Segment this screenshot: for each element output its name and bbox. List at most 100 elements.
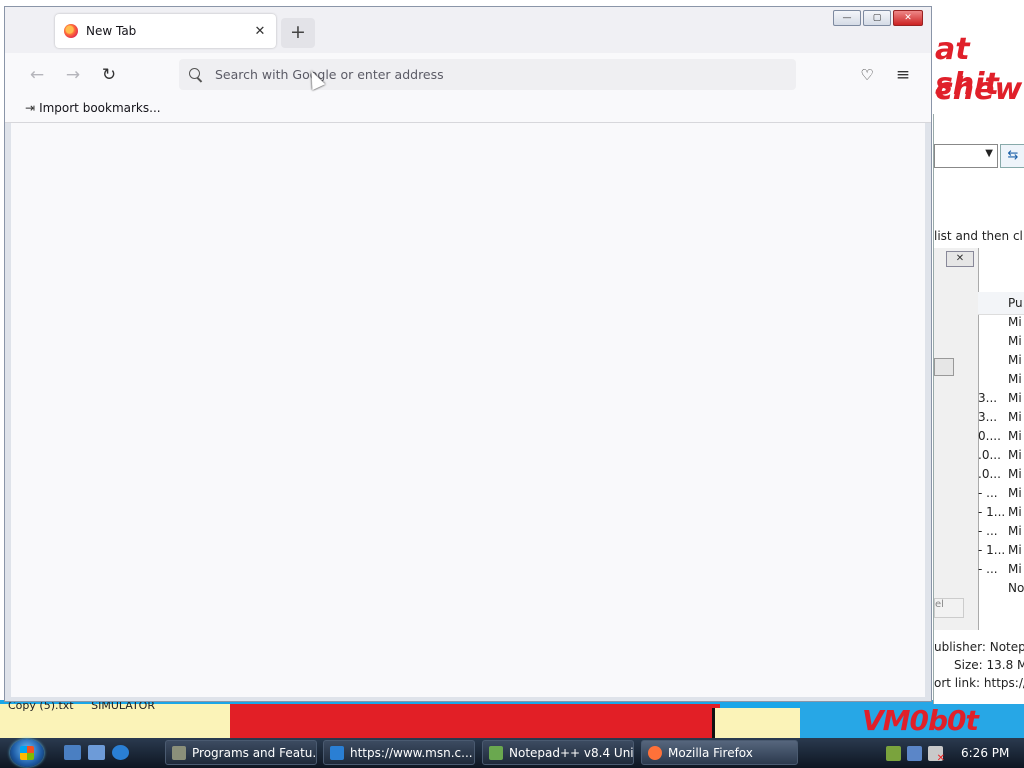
menu-icon[interactable]: ≡ [889,61,917,89]
detail-value: Notepad [989,640,1024,654]
programs-list: Pu Mi Mi Mi Mi 3... Mi 3... Mi 0.... Mi .0... Mi .0.… [978,292,1024,600]
bookmarks-toolbar: ⇥ Import bookmarks... [5,97,931,123]
list-cell-publisher: Mi [1008,353,1022,367]
taskbar-button-notepad[interactable]: Notepad++ v8.4 Uni... [482,740,634,765]
title-bar[interactable]: New Tab ✕ + — ▢ ✕ [5,7,931,53]
installer-icon [489,745,503,760]
detail-label: ort link: [934,676,981,690]
list-item[interactable]: .0... Mi [978,448,1024,467]
clock[interactable]: 6:26 PM [961,746,1009,760]
windows-logo-icon [20,746,34,760]
internet-explorer-icon[interactable] [112,745,129,760]
navigation-toolbar: ← → ↻ ♡ ≡ [5,53,931,97]
list-item[interactable]: 3... Mi [978,391,1024,410]
new-tab-button[interactable]: + [281,18,315,48]
programs-and-features-window: ▼ ⇆ list and then click ✕ el Pu Mi Mi Mi Mi… [933,114,1024,704]
list-item[interactable]: Mi [978,372,1024,391]
list-cell-publisher: Mi [1008,315,1022,329]
page-content[interactable] [11,123,925,697]
taskbar-button-label: Programs and Featu... [192,745,317,760]
start-button[interactable] [10,739,44,767]
switch-windows-icon[interactable] [88,745,105,760]
list-item[interactable]: - ... Mi [978,524,1024,543]
taskbar-button-label: Notepad++ v8.4 Uni... [509,745,634,760]
list-item[interactable]: - ... Mi [978,562,1024,581]
list-item[interactable]: .0... Mi [978,467,1024,486]
list-cell-version: - 1... [978,543,1006,557]
list-cell-publisher: Mi [1008,372,1022,386]
details-pane: ublisher: Notepad Size: 13.8 MB ort link… [934,638,1024,692]
list-item[interactable]: - ... Mi [978,486,1024,505]
background-dialog: ✕ el [934,248,979,630]
list-item[interactable]: - 1... Mi [978,543,1024,562]
list-cell-version [978,353,1008,372]
list-cell-publisher: Mi [1008,505,1022,519]
show-desktop-icon[interactable] [64,745,81,760]
forward-button[interactable]: → [59,61,87,89]
address-combo[interactable]: ▼ [934,144,998,168]
wallpaper-text-2: chew [935,72,1023,107]
chevron-down-icon[interactable]: ▼ [985,148,993,159]
close-tab-icon[interactable]: ✕ [250,24,270,39]
list-cell-publisher: Mi [1008,562,1022,576]
back-button[interactable]: ← [23,61,51,89]
list-item[interactable]: No [978,581,1024,600]
import-bookmarks-button[interactable]: ⇥ Import bookmarks... [25,101,161,115]
wallpaper-shape [230,704,720,738]
volume-muted-icon[interactable]: ✕ [928,745,945,764]
list-cell-publisher: Mi [1008,410,1022,424]
tab-new-tab[interactable]: New Tab ✕ [55,14,276,48]
url-bar[interactable] [179,59,796,90]
list-item[interactable]: - 1... Mi [978,505,1024,524]
list-cell-publisher: Mi [1008,391,1022,405]
list-item[interactable]: 3... Mi [978,410,1024,429]
list-item[interactable]: Mi [978,353,1024,372]
column-header-publisher[interactable]: Pu [978,292,1024,315]
dialog-cancel-button[interactable]: el [934,598,964,618]
wallpaper-shape [712,708,803,738]
list-cell-version: - 1... [978,505,1006,519]
refresh-icon[interactable]: ⇆ [1000,144,1024,168]
wallpaper-brand: VM0b0t [862,704,979,737]
list-cell-publisher: Mi [1008,448,1022,462]
detail-label: Size: [954,658,983,672]
list-cell-publisher: No [1008,581,1024,595]
pocket-icon[interactable]: ♡ [853,61,881,89]
reload-button[interactable]: ↻ [95,61,123,89]
list-cell-publisher: Mi [1008,486,1022,500]
control-panel-icon [172,745,186,760]
list-cell-version: - ... [978,524,998,538]
dialog-button[interactable] [934,358,954,376]
taskbar-button-label: Mozilla Firefox [668,745,753,760]
list-cell-version: .0... [978,448,1001,462]
taskbar-button-label: https://www.msn.c... [350,745,473,760]
minimize-button[interactable]: — [833,10,861,26]
close-icon[interactable]: ✕ [946,251,974,267]
list-item[interactable]: 0.... Mi [978,429,1024,448]
taskbar-button-msn[interactable]: https://www.msn.c... [323,740,475,765]
detail-value[interactable]: https:// [984,676,1024,690]
list-cell-version: .0... [978,467,1001,481]
list-item[interactable]: Mi [978,334,1024,353]
search-icon [189,67,203,82]
detail-value: 13.8 MB [986,658,1024,672]
window-controls: — ▢ ✕ [833,10,923,26]
list-cell-version: - ... [978,486,998,500]
taskbar-button-programs[interactable]: Programs and Featu... [165,740,317,765]
close-window-button[interactable]: ✕ [893,10,923,26]
display-icon[interactable] [907,745,922,761]
maximize-button[interactable]: ▢ [863,10,891,26]
network-icon[interactable] [886,745,901,761]
list-cell-version [978,372,1008,391]
list-cell-publisher: Mi [1008,543,1022,557]
taskbar-button-firefox[interactable]: Mozilla Firefox [641,740,798,765]
list-cell-version: - ... [978,562,998,576]
url-input[interactable] [213,66,777,83]
system-tray: ✕ 6:26 PM [886,738,1009,768]
list-cell-publisher: Mi [1008,334,1022,348]
list-cell-version: 3... [978,410,998,424]
list-item[interactable]: Mi [978,315,1024,334]
firefox-icon [648,745,662,760]
list-cell-publisher: Mi [1008,524,1022,538]
detail-label: ublisher: [934,640,986,654]
